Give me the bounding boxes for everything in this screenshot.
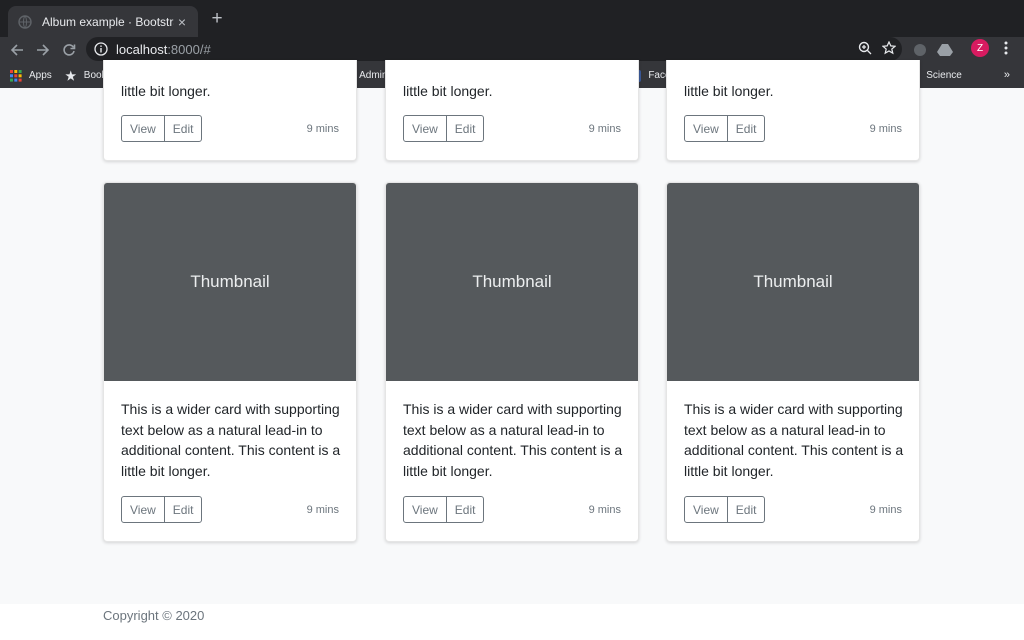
album-card: Thumbnail This is a wider card with suppo…: [385, 182, 639, 542]
drive-icon[interactable]: [936, 41, 954, 59]
zoom-icon[interactable]: [858, 41, 872, 55]
edit-button[interactable]: Edit: [445, 496, 485, 523]
button-group: View Edit: [684, 115, 766, 142]
bookmarks-overflow-button[interactable]: »: [1004, 69, 1010, 81]
url-path: :8000/#: [167, 41, 211, 57]
bookmark-label: Science: [926, 70, 962, 81]
browser-tab[interactable]: Album example · Bootstrap ×: [8, 6, 198, 37]
edit-button[interactable]: Edit: [163, 496, 203, 523]
edit-button[interactable]: Edit: [163, 115, 203, 142]
view-button[interactable]: View: [121, 115, 165, 142]
album-card: Thumbnail This is a wider card with suppo…: [666, 182, 920, 542]
reload-icon[interactable]: [58, 39, 80, 61]
button-group: View Edit: [121, 496, 203, 523]
button-group: View Edit: [684, 496, 766, 523]
edit-button[interactable]: Edit: [445, 115, 485, 142]
card-text: little bit longer.: [121, 83, 211, 99]
card-text: little bit longer.: [403, 83, 493, 99]
thumbnail-image: Thumbnail: [104, 183, 356, 381]
card-text: little bit longer.: [684, 83, 774, 99]
close-tab-icon[interactable]: ×: [174, 14, 190, 30]
forward-arrow-icon[interactable]: [32, 39, 54, 61]
bookmark-label: Admin: [359, 70, 388, 81]
thumbnail-image: Thumbnail: [386, 183, 638, 381]
view-button[interactable]: View: [684, 496, 728, 523]
time-label: 9 mins: [869, 504, 902, 516]
apps-grid-icon: [10, 69, 22, 82]
album-card: little bit longer. View Edit 9 mins: [666, 60, 920, 161]
view-button[interactable]: View: [403, 115, 447, 142]
globe-icon: [18, 14, 32, 29]
button-group: View Edit: [403, 496, 485, 523]
star-icon[interactable]: [882, 41, 896, 55]
album-card: Thumbnail This is a wider card with suppo…: [103, 182, 357, 542]
bookmark-item[interactable]: Apps: [10, 69, 52, 82]
time-label: 9 mins: [306, 123, 339, 135]
view-button[interactable]: View: [121, 496, 165, 523]
card-text: This is a wider card with supporting tex…: [403, 401, 623, 479]
edit-button[interactable]: Edit: [726, 115, 766, 142]
edit-button[interactable]: Edit: [726, 496, 766, 523]
more-menu-icon[interactable]: [999, 40, 1013, 56]
view-button[interactable]: View: [403, 496, 447, 523]
back-arrow-icon[interactable]: [6, 39, 28, 61]
copyright-text: Copyright © 2020: [103, 608, 205, 623]
album-card: little bit longer. View Edit 9 mins: [103, 60, 357, 161]
time-label: 9 mins: [588, 123, 621, 135]
time-label: 9 mins: [588, 504, 621, 516]
time-label: 9 mins: [306, 504, 339, 516]
bookmark-label: Apps: [29, 70, 52, 81]
card-text: This is a wider card with supporting tex…: [684, 401, 904, 479]
thumbnail-image: Thumbnail: [667, 183, 919, 381]
url-text: localhost:8000/#: [116, 42, 211, 57]
extension-icon[interactable]: [911, 41, 929, 59]
url-host: localhost: [116, 41, 168, 57]
button-group: View Edit: [403, 115, 485, 142]
card-text: This is a wider card with supporting tex…: [121, 401, 341, 479]
new-tab-button[interactable]: +: [207, 8, 227, 29]
star-icon: ★: [65, 68, 77, 83]
info-icon[interactable]: [94, 42, 108, 56]
button-group: View Edit: [121, 115, 203, 142]
tab-title: Album example · Bootstrap: [42, 14, 174, 29]
time-label: 9 mins: [869, 123, 902, 135]
tab-strip: Album example · Bootstrap × +: [0, 0, 1024, 37]
album-card: little bit longer. View Edit 9 mins: [385, 60, 639, 161]
footer: Copyright © 2020: [0, 604, 1024, 640]
address-bar[interactable]: localhost:8000/#: [86, 37, 902, 61]
profile-avatar[interactable]: Z: [971, 39, 989, 57]
view-button[interactable]: View: [684, 115, 728, 142]
